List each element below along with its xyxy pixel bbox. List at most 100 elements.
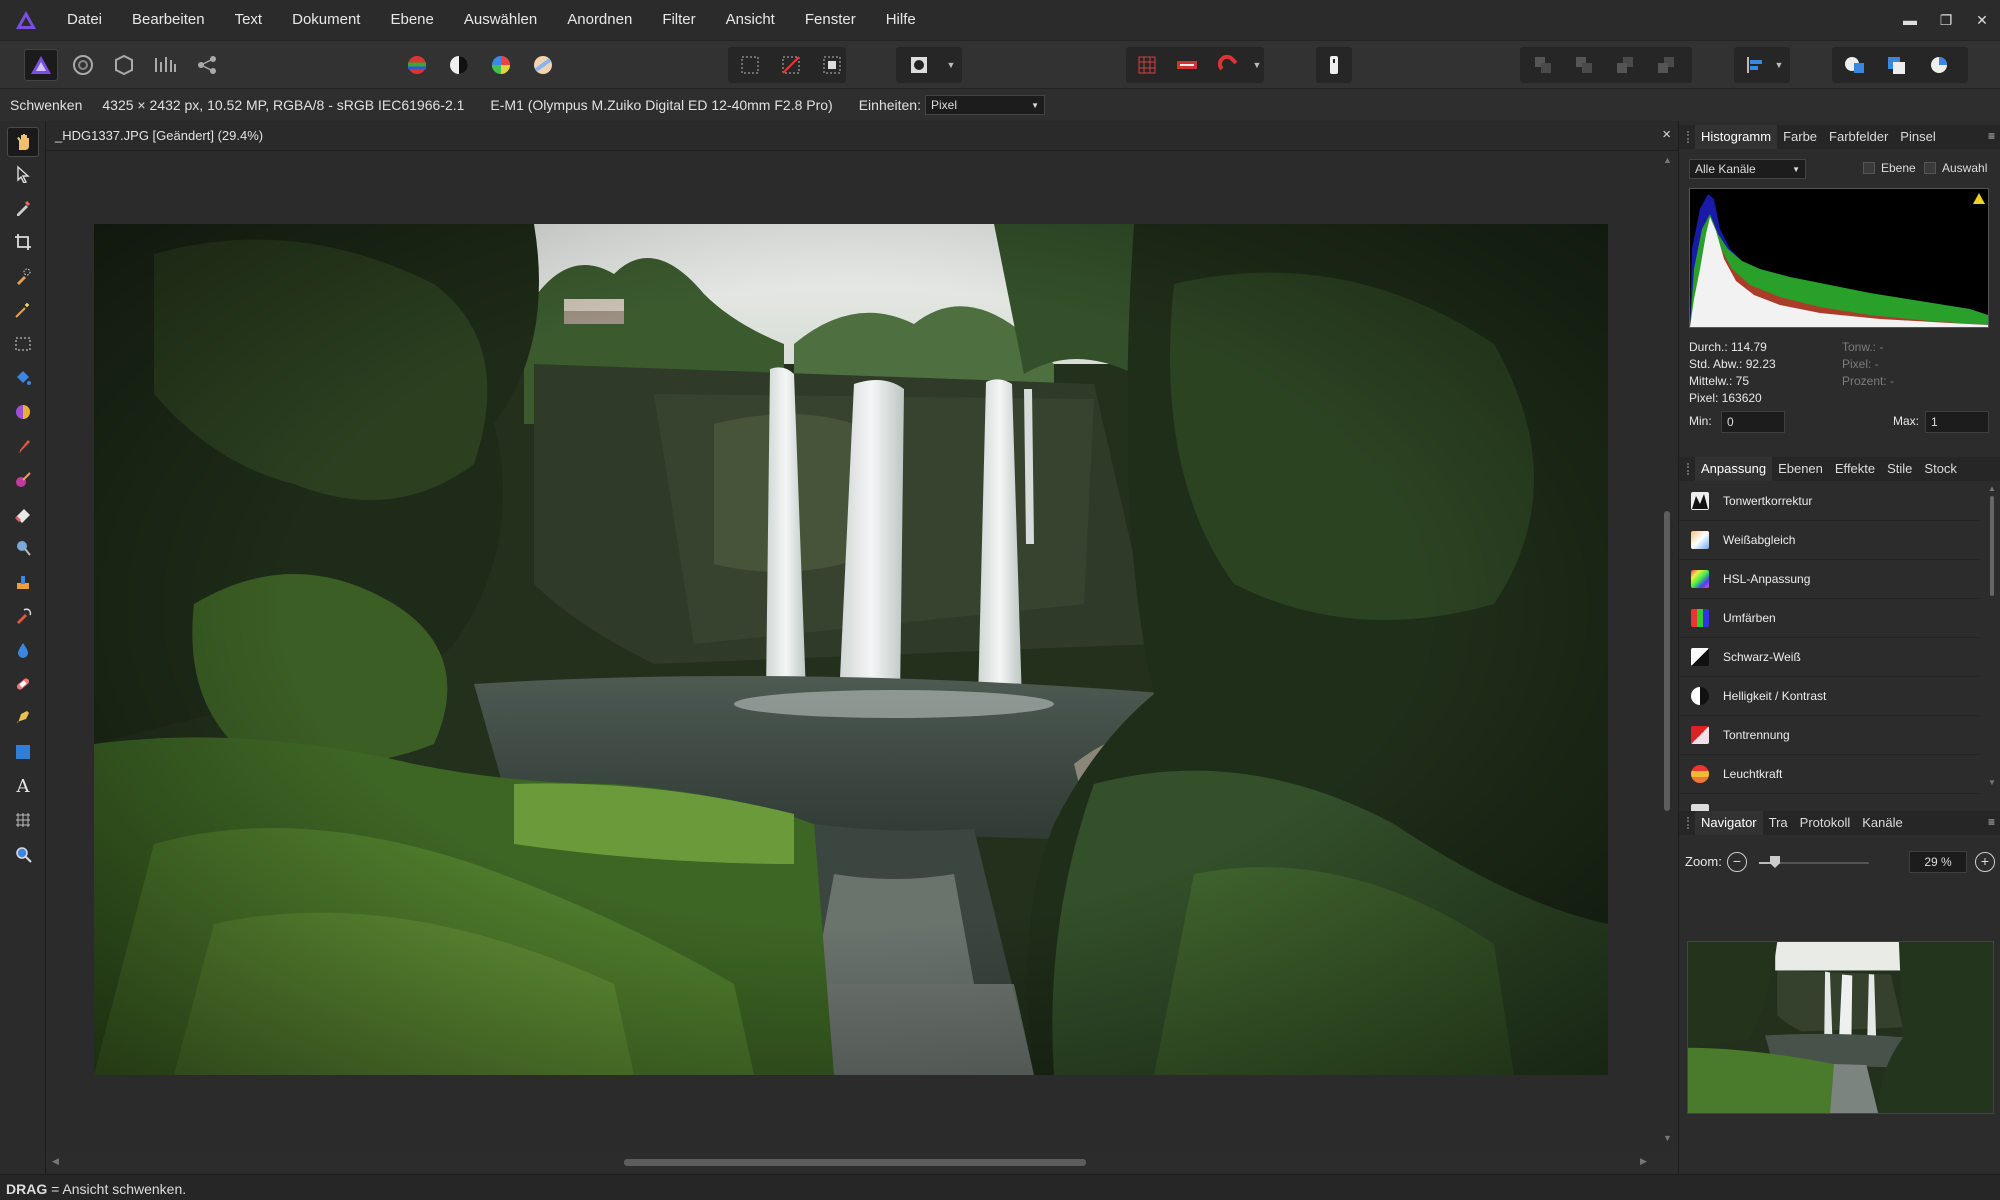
dodge-tool-icon[interactable] (7, 533, 39, 563)
paint-brush-tool-icon[interactable] (7, 431, 39, 461)
tab-history[interactable]: Protokoll (1794, 811, 1857, 835)
boolean-intersect-icon[interactable] (1922, 49, 1956, 81)
selection-brush-tool-icon[interactable] (7, 261, 39, 291)
deselect-icon[interactable] (774, 49, 808, 81)
rectangle-tool-icon[interactable] (7, 737, 39, 767)
contrast-icon[interactable] (442, 49, 476, 81)
snapping-magnet-icon[interactable] (1212, 49, 1246, 81)
close-document-icon[interactable]: × (1662, 126, 1671, 143)
tab-channels[interactable]: Kanäle (1856, 811, 1908, 835)
pen-tool-icon[interactable] (7, 703, 39, 733)
tone-mapping-persona-icon[interactable] (148, 49, 182, 81)
canvas[interactable] (46, 151, 1678, 1151)
horizontal-scroll-thumb[interactable] (624, 1159, 1086, 1166)
tab-transform[interactable]: Tra (1763, 811, 1794, 835)
adjustment-item-white-balance[interactable]: Weißabgleich (1679, 521, 1979, 560)
scroll-left-arrow-icon[interactable]: ◀ (52, 1156, 59, 1167)
inpainting-tool-icon[interactable] (7, 669, 39, 699)
adjustment-item-recolor[interactable]: Umfärben (1679, 599, 1979, 638)
zoom-out-icon[interactable]: − (1727, 852, 1747, 872)
horizontal-scrollbar[interactable]: ◀ ▶ (46, 1151, 1678, 1174)
boolean-add-icon[interactable] (1838, 49, 1872, 81)
tab-effects[interactable]: Effekte (1829, 457, 1881, 481)
color-picker-tool-icon[interactable] (7, 193, 39, 223)
menu-4[interactable]: Ebene (375, 0, 448, 40)
adjustment-item-split-toning[interactable]: Tontrennung (1679, 716, 1979, 755)
zoom-tool-icon[interactable] (7, 839, 39, 869)
quick-mask-icon[interactable] (902, 49, 936, 81)
mesh-warp-tool-icon[interactable] (7, 805, 39, 835)
erase-tool-icon[interactable] (7, 499, 39, 529)
zoom-slider[interactable] (1759, 856, 1869, 868)
clone-tool-icon[interactable] (7, 567, 39, 597)
quick-mask-dropdown-icon[interactable]: ▼ (944, 49, 958, 81)
undo-brush-tool-icon[interactable] (7, 601, 39, 631)
zoom-in-icon[interactable]: + (1975, 852, 1995, 872)
panel-grip-icon[interactable] (1687, 463, 1691, 475)
align-icon[interactable] (1738, 49, 1772, 81)
scroll-down-arrow-icon[interactable]: ▼ (1663, 1133, 1672, 1143)
panel-grip-icon[interactable] (1687, 131, 1691, 143)
tab-navigator[interactable]: Navigator (1695, 811, 1763, 835)
artistic-text-tool-icon[interactable]: A (7, 771, 39, 801)
max-field[interactable]: 1 (1925, 411, 1989, 433)
adjustment-item-brightness-contrast[interactable]: Helligkeit / Kontrast (1679, 677, 1979, 716)
flood-select-tool-icon[interactable] (7, 295, 39, 325)
mode-toggle-icon[interactable] (1317, 49, 1351, 81)
color-replacement-tool-icon[interactable] (7, 465, 39, 495)
color-wheel-icon[interactable] (484, 49, 518, 81)
tab-histogram[interactable]: Histogramm (1695, 125, 1778, 149)
tab-layers[interactable]: Ebenen (1772, 457, 1829, 481)
photo-persona-icon[interactable] (24, 49, 58, 81)
adjustment-item-hsl[interactable]: HSL-Anpassung (1679, 560, 1979, 599)
snapping-dropdown-icon[interactable]: ▼ (1250, 49, 1264, 81)
menu-7[interactable]: Filter (647, 0, 710, 40)
tab-swatches[interactable]: Farbfelder (1823, 125, 1894, 149)
panel-menu-icon[interactable]: ≡ (1988, 129, 1995, 143)
white-balance-quick-icon[interactable] (526, 49, 560, 81)
tab-brushes[interactable]: Pinsel (1894, 125, 1941, 149)
navigator-preview[interactable] (1687, 941, 1994, 1114)
panel-grip-icon[interactable] (1687, 817, 1691, 829)
channel-select[interactable]: Alle Kanäle ▼ (1689, 159, 1806, 179)
arrange-front-icon[interactable] (1649, 49, 1683, 81)
menu-3[interactable]: Dokument (277, 0, 375, 40)
adjustment-scrollbar[interactable]: ▲ ▼ (1985, 482, 1999, 792)
menu-8[interactable]: Ansicht (711, 0, 790, 40)
menu-1[interactable]: Bearbeiten (117, 0, 220, 40)
adjustment-item-black-white[interactable]: Schwarz-Weiß (1679, 638, 1979, 677)
menu-10[interactable]: Hilfe (871, 0, 931, 40)
blur-brush-tool-icon[interactable] (7, 635, 39, 665)
marquee-selection-icon[interactable] (733, 49, 767, 81)
liquify-persona-icon[interactable] (66, 49, 100, 81)
align-dropdown-icon[interactable]: ▼ (1772, 49, 1786, 81)
gradient-tool-icon[interactable] (7, 397, 39, 427)
restore-icon[interactable]: ❐ (1928, 0, 1964, 40)
crop-tool-icon[interactable] (7, 227, 39, 257)
scroll-up-arrow-icon[interactable]: ▲ (1988, 484, 1996, 493)
tab-styles[interactable]: Stile (1881, 457, 1918, 481)
zoom-value-field[interactable]: 29 % (1909, 851, 1967, 873)
arrange-forward-icon[interactable] (1608, 49, 1642, 81)
adjustment-scroll-thumb[interactable] (1990, 496, 1994, 596)
menu-0[interactable]: Datei (52, 0, 117, 40)
scroll-down-arrow-icon[interactable]: ▼ (1988, 778, 1996, 787)
invert-selection-icon[interactable] (815, 49, 849, 81)
export-persona-icon[interactable] (190, 49, 224, 81)
units-select[interactable]: Pixel ▼ (925, 95, 1045, 115)
vertical-scroll-thumb[interactable] (1664, 511, 1670, 811)
boolean-subtract-icon[interactable] (1880, 49, 1914, 81)
close-window-icon[interactable]: ✕ (1964, 0, 2000, 40)
min-field[interactable]: 0 (1721, 411, 1785, 433)
menu-9[interactable]: Fenster (790, 0, 871, 40)
arrange-backward-icon[interactable] (1567, 49, 1601, 81)
waterfall-photo[interactable] (94, 224, 1608, 1075)
adjustment-item-vibrance[interactable]: Leuchtkraft (1679, 755, 1979, 794)
levels-quick-icon[interactable] (400, 49, 434, 81)
minimize-icon[interactable]: ▬ (1892, 0, 1928, 40)
document-tab[interactable]: _HDG1337.JPG [Geändert] (29.4%) × (46, 121, 1678, 151)
scroll-up-arrow-icon[interactable]: ▲ (1663, 155, 1672, 165)
menu-6[interactable]: Anordnen (552, 0, 647, 40)
tab-adjustment[interactable]: Anpassung (1695, 457, 1773, 481)
arrange-back-icon[interactable] (1526, 49, 1560, 81)
